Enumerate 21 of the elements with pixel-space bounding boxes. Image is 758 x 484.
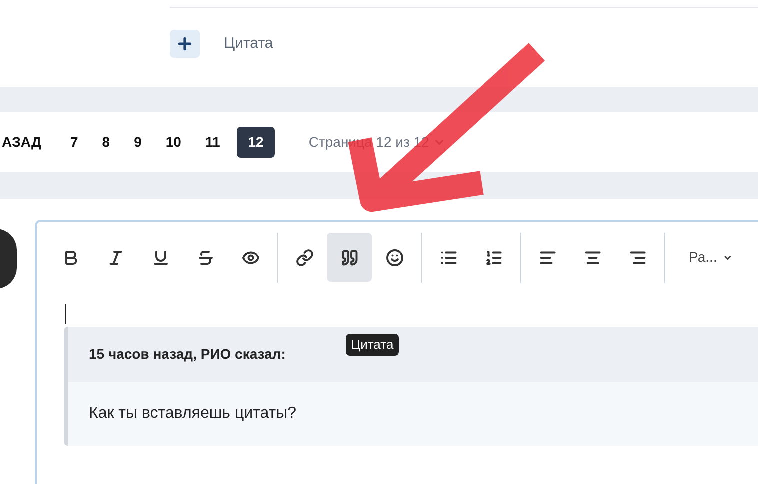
tooltip: Цитата xyxy=(346,334,399,356)
page-link[interactable]: 7 xyxy=(63,126,86,158)
page-link[interactable]: 10 xyxy=(158,126,188,158)
toolbar-button[interactable] xyxy=(327,233,372,282)
back-link[interactable]: АЗАД xyxy=(2,132,42,152)
quote-icon xyxy=(340,248,358,266)
plus-icon xyxy=(176,35,194,53)
underline-icon xyxy=(152,248,170,266)
smiley-icon xyxy=(386,248,404,266)
page-link[interactable]: 12 xyxy=(237,126,275,158)
page-link[interactable]: 8 xyxy=(95,126,118,158)
text-cursor xyxy=(65,304,66,324)
numbered-list-icon xyxy=(484,248,502,266)
link-icon xyxy=(296,248,314,266)
quote-body: Как ты вставляешь цитаты? xyxy=(68,382,758,446)
strikethrough-icon xyxy=(196,248,214,266)
size-dropdown[interactable]: Ра... xyxy=(689,247,734,268)
add-quote-button[interactable] xyxy=(170,30,200,58)
add-button-label: Цитата xyxy=(224,34,274,54)
page-link[interactable]: 9 xyxy=(127,126,149,158)
page-link[interactable]: 11 xyxy=(198,126,228,158)
